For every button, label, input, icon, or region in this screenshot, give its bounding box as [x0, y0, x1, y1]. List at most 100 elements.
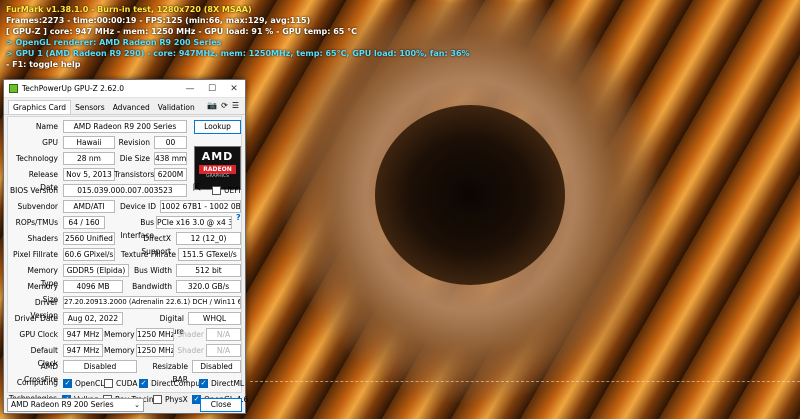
- opencl-checkbox[interactable]: ✓ OpenCL: [63, 377, 104, 390]
- directcompute-checkbox[interactable]: ✓ DirectCompute: [139, 377, 208, 390]
- cuda-checkbox[interactable]: CUDA: [104, 377, 138, 390]
- default-clock-field[interactable]: 947 MHz: [63, 344, 103, 357]
- die-size-field[interactable]: 438 mm²: [154, 152, 187, 165]
- tab-sensors[interactable]: Sensors: [71, 101, 109, 114]
- default-memory-label: Memory: [104, 346, 135, 355]
- radeon-logo-text: RADEON: [199, 165, 236, 174]
- technology-field[interactable]: 28 nm: [63, 152, 115, 165]
- tab-validation[interactable]: Validation: [154, 101, 199, 114]
- transistors-label: Transistors: [114, 170, 155, 179]
- window-titlebar[interactable]: TechPowerUp GPU-Z 2.62.0 — ☐ ✕: [4, 80, 245, 98]
- close-button[interactable]: Close: [200, 398, 242, 412]
- gpu-clock-field[interactable]: 947 MHz: [63, 328, 103, 341]
- bios-version-field[interactable]: 015.039.000.007.003523: [63, 184, 187, 197]
- transistors-field[interactable]: 6200M: [154, 168, 187, 181]
- die-size-label: Die Size: [119, 154, 150, 163]
- gpu-label: GPU: [42, 138, 58, 147]
- digital-signature-field[interactable]: WHQL: [188, 312, 241, 325]
- tab-bar: Graphics Card Sensors Advanced Validatio…: [4, 98, 245, 115]
- gpu-clock-label: GPU Clock: [19, 330, 58, 339]
- default-shader-label: Shader: [177, 346, 204, 355]
- minimize-button[interactable]: —: [179, 84, 201, 94]
- rops-tmus-label: ROPs/TMUs: [15, 218, 58, 227]
- release-date-field[interactable]: Nov 5, 2013: [63, 168, 115, 181]
- texture-fillrate-field[interactable]: 151.5 GTexel/s: [178, 248, 241, 261]
- device-id-field[interactable]: 1002 67B1 - 1002 0B00: [160, 200, 241, 213]
- tab-advanced[interactable]: Advanced: [109, 101, 154, 114]
- driver-date-label: Driver Date: [14, 314, 58, 323]
- shader-clock-field[interactable]: N/A: [206, 328, 241, 341]
- memory-type-field[interactable]: GDDR5 (Elpida): [63, 264, 129, 277]
- amd-logo-text: AMD: [201, 150, 234, 163]
- overlay-gpuz: [ GPU-Z ] core: 947 MHz - mem: 1250 MHz …: [6, 27, 358, 36]
- directx-field[interactable]: 12 (12_0): [176, 232, 241, 245]
- revision-label: Revision: [118, 138, 150, 147]
- gpu-select-dropdown[interactable]: AMD Radeon R9 200 Series ⌄: [7, 398, 144, 412]
- menu-icon[interactable]: ☰: [232, 101, 239, 110]
- bus-interface-field[interactable]: PCIe x16 3.0 @ x4 3.0: [156, 216, 232, 229]
- camera-icon[interactable]: 📷: [207, 101, 217, 110]
- default-shader-field[interactable]: N/A: [206, 344, 241, 357]
- subvendor-field[interactable]: AMD/ATI: [63, 200, 115, 213]
- share-icon[interactable]: ⇱: [193, 183, 207, 195]
- directcompute-check-icon[interactable]: ✓: [139, 379, 148, 388]
- furmark-donut-hole: [375, 105, 565, 285]
- uefi-label: UEFI: [224, 186, 241, 195]
- shaders-field[interactable]: 2560 Unified: [63, 232, 115, 245]
- tab-graphics-card[interactable]: Graphics Card: [8, 100, 72, 114]
- bandwidth-field[interactable]: 320.0 GB/s: [176, 280, 241, 293]
- shader-clock-label: Shader: [177, 330, 204, 339]
- resizable-bar-field[interactable]: Disabled: [192, 360, 241, 373]
- close-window-button[interactable]: ✕: [223, 84, 245, 94]
- memory-size-field[interactable]: 4096 MB: [63, 280, 123, 293]
- default-memory-field[interactable]: 1250 MHz: [136, 344, 174, 357]
- computing-label: Computing: [16, 378, 58, 387]
- refresh-icon[interactable]: ⟳: [221, 101, 228, 110]
- crossfire-field[interactable]: Disabled: [63, 360, 137, 373]
- opencl-label: OpenCL: [75, 379, 105, 388]
- name-field[interactable]: AMD Radeon R9 200 Series: [63, 120, 187, 133]
- shaders-label: Shaders: [27, 234, 58, 243]
- rops-tmus-field[interactable]: 64 / 160: [63, 216, 105, 229]
- gpu-select-value: AMD Radeon R9 200 Series: [11, 400, 114, 409]
- name-label: Name: [35, 122, 58, 131]
- bios-version-label: BIOS Version: [10, 186, 58, 195]
- uefi-box[interactable]: [212, 186, 221, 195]
- gpuz-window: TechPowerUp GPU-Z 2.62.0 — ☐ ✕ Graphics …: [3, 79, 248, 414]
- uefi-checkbox[interactable]: UEFI: [212, 184, 241, 197]
- gpu-field[interactable]: Hawaii: [63, 136, 115, 149]
- cuda-label: CUDA: [116, 379, 138, 388]
- chevron-down-icon[interactable]: ⌄: [134, 399, 140, 411]
- driver-date-field[interactable]: Aug 02, 2022: [63, 312, 123, 325]
- pixel-fillrate-label: Pixel Fillrate: [13, 250, 58, 259]
- maximize-button[interactable]: ☐: [201, 84, 223, 94]
- bus-width-field[interactable]: 512 bit: [176, 264, 241, 277]
- memory-clock-label: Memory: [104, 330, 135, 339]
- bottom-bar: AMD Radeon R9 200 Series ⌄ Close: [7, 398, 243, 412]
- driver-version-field[interactable]: 27.20.20913.2000 (Adrenalin 22.6.1) DCH …: [63, 296, 241, 309]
- directml-checkbox[interactable]: ✓ DirectML: [199, 377, 244, 390]
- memory-clock-field[interactable]: 1250 MHz: [136, 328, 174, 341]
- device-id-label: Device ID: [119, 202, 156, 211]
- subvendor-label: Subvendor: [17, 202, 58, 211]
- lookup-button[interactable]: Lookup: [194, 120, 241, 134]
- revision-field[interactable]: 00: [154, 136, 187, 149]
- directml-check-icon[interactable]: ✓: [199, 379, 208, 388]
- overlay-gpu1: > GPU 1 (AMD Radeon R9 290) - core: 947M…: [6, 49, 470, 58]
- bus-width-label: Bus Width: [134, 266, 172, 275]
- window-title: TechPowerUp GPU-Z 2.62.0: [22, 84, 125, 93]
- overlay-frames: Frames:2273 - time:00:00:19 - FPS:125 (m…: [6, 16, 311, 25]
- overlay-renderer: > OpenGL renderer: AMD Radeon R9 200 Ser…: [6, 38, 222, 47]
- pixel-fillrate-field[interactable]: 60.6 GPixel/s: [63, 248, 115, 261]
- bandwidth-label: Bandwidth: [132, 282, 172, 291]
- graphics-logo-text: GRAPHICS: [206, 174, 229, 179]
- opencl-check-icon[interactable]: ✓: [63, 379, 72, 388]
- texture-fillrate-label: Texture Fillrate: [120, 250, 176, 259]
- graphics-card-panel: Name AMD Radeon R9 200 Series Lookup GPU…: [7, 116, 244, 393]
- technology-label: Technology: [15, 154, 58, 163]
- render-horizon-line: [250, 381, 800, 382]
- gpuz-app-icon: [9, 84, 18, 93]
- help-icon[interactable]: ?: [236, 213, 241, 222]
- cuda-box[interactable]: [104, 379, 113, 388]
- overlay-help: - F1: toggle help: [6, 60, 81, 69]
